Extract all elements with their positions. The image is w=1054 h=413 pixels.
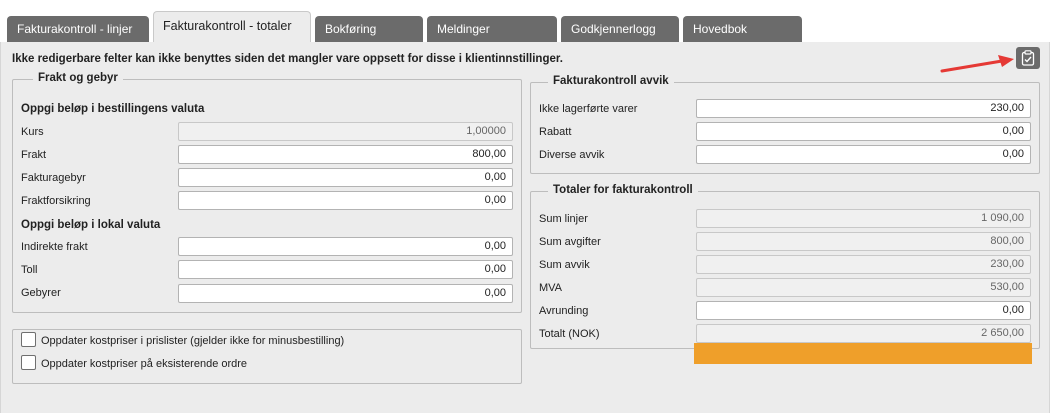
sum-linjer-field: 1 090,00: [696, 209, 1031, 228]
checkbox-label: Oppdater kostpriser på eksisterende ordr…: [41, 358, 248, 370]
oppdater-prislister-checkbox[interactable]: [21, 332, 36, 347]
field-label: MVA: [539, 282, 563, 294]
tab-bokforing[interactable]: Bokføring: [315, 16, 423, 42]
tab-fakturakontroll-totaler[interactable]: Fakturakontroll - totaler: [153, 11, 311, 42]
field-label: Avrunding: [539, 305, 589, 317]
ikke-lagerforte-varer-field[interactable]: 230,00: [696, 99, 1031, 118]
field-label: Sum avgifter: [539, 236, 601, 248]
tab-hovedbok[interactable]: Hovedbok: [683, 16, 802, 42]
tab-godkjennerlogg[interactable]: Godkjennerlogg: [561, 16, 679, 42]
avrunding-field[interactable]: 0,00: [696, 301, 1031, 320]
rabatt-field[interactable]: 0,00: [696, 122, 1031, 141]
copy-button[interactable]: [1016, 47, 1040, 69]
toll-field[interactable]: 0,00: [178, 260, 513, 279]
diverse-avvik-field[interactable]: 0,00: [696, 145, 1031, 164]
tab-fakturakontroll-linjer[interactable]: Fakturakontroll - linjer: [7, 16, 149, 42]
field-label: Toll: [21, 264, 38, 276]
tab-meldinger[interactable]: Meldinger: [427, 16, 557, 42]
oppdater-ordre-checkbox[interactable]: [21, 355, 36, 370]
field-label: Gebyrer: [21, 287, 61, 299]
annotation-highlight: [694, 343, 1032, 364]
totalt-nok-field: 2 650,00: [696, 324, 1031, 343]
checkbox-label: Oppdater kostpriser i prislister (gjelde…: [41, 335, 345, 347]
field-label: Kurs: [21, 126, 44, 138]
notice-text: Ikke redigerbare felter kan ikke benytte…: [12, 53, 563, 65]
indirekte-frakt-field[interactable]: 0,00: [178, 237, 513, 256]
group-legend: Totaler for fakturakontroll: [548, 184, 698, 196]
gebyrer-field[interactable]: 0,00: [178, 284, 513, 303]
field-label: Rabatt: [539, 126, 572, 138]
field-label: Diverse avvik: [539, 149, 605, 161]
clipboard-check-icon: [1021, 50, 1035, 69]
field-label: Sum linjer: [539, 213, 588, 225]
field-label: Ikke lagerførte varer: [539, 103, 638, 115]
group-legend: Frakt og gebyr: [33, 72, 123, 84]
fraktforsikring-field[interactable]: 0,00: [178, 191, 513, 210]
sum-avvik-field: 230,00: [696, 255, 1031, 274]
sum-avgifter-field: 800,00: [696, 232, 1031, 251]
frakt-field[interactable]: 800,00: [178, 145, 513, 164]
red-arrow-icon: [940, 54, 1016, 77]
field-label: Indirekte frakt: [21, 241, 88, 253]
mva-field: 530,00: [696, 278, 1031, 297]
field-label: Sum avvik: [539, 259, 590, 271]
fakturagebyr-field[interactable]: 0,00: [178, 168, 513, 187]
field-label: Fraktforsikring: [21, 195, 91, 207]
group-legend: Fakturakontroll avvik: [548, 75, 674, 87]
tab-bar: Fakturakontroll - linjer Fakturakontroll…: [0, 0, 1054, 42]
field-label: Fakturagebyr: [21, 172, 86, 184]
field-label: Frakt: [21, 149, 47, 161]
heading-bestilling-valuta: Oppgi beløp i bestillingens valuta: [21, 103, 205, 115]
field-label: Totalt (NOK): [539, 328, 600, 340]
heading-lokal-valuta: Oppgi beløp i lokal valuta: [21, 219, 161, 231]
kurs-field: 1,00000: [178, 122, 513, 141]
